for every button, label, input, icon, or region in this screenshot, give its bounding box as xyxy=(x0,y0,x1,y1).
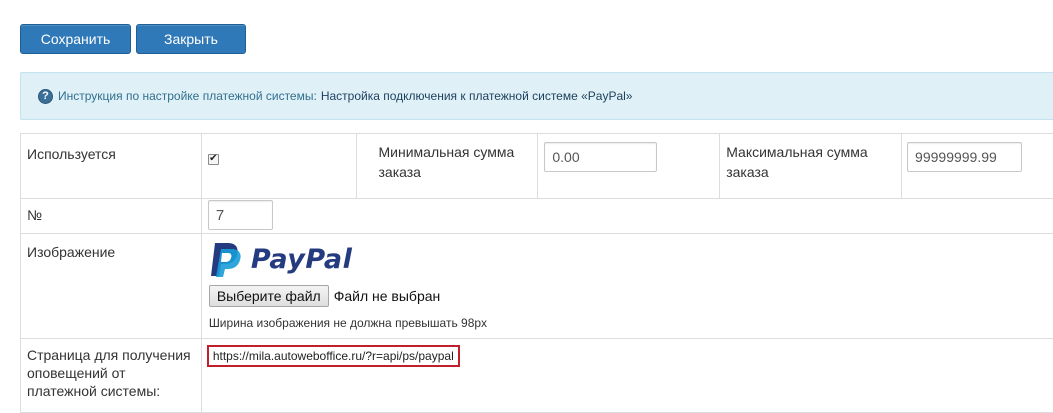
notify-url: https://mila.autoweboffice.ru/?r=api/ps/… xyxy=(207,345,460,367)
max-amount-label: Максимальная сумма заказа xyxy=(726,142,891,182)
payment-settings-table: Используется ✔ Минимальная сумма заказа … xyxy=(20,133,1053,413)
choose-file-button[interactable]: Выберите файл xyxy=(209,285,329,307)
row-notify: Страница для получения оповещений от пла… xyxy=(21,339,1053,413)
row-used: Используется ✔ Минимальная сумма заказа … xyxy=(21,134,1053,199)
min-amount-input[interactable] xyxy=(544,142,657,172)
instruction-banner: ? Инструкция по настройке платежной сист… xyxy=(20,72,1053,120)
used-label: Используется xyxy=(27,144,195,164)
paypal-logo: PayPal xyxy=(209,240,1053,278)
paypal-p-icon xyxy=(209,240,243,278)
paypal-wordmark: PayPal xyxy=(251,244,353,275)
image-label: Изображение xyxy=(27,242,195,262)
row-number: № xyxy=(21,199,1053,234)
notify-label: Страница для получения оповещений от пла… xyxy=(27,346,195,400)
max-amount-input[interactable] xyxy=(907,142,1022,172)
file-status: Файл не выбран xyxy=(334,288,441,304)
question-circle-icon: ? xyxy=(38,89,53,104)
min-amount-label: Минимальная сумма заказа xyxy=(379,142,528,182)
used-checkbox[interactable]: ✔ xyxy=(208,154,219,165)
instruction-link[interactable]: Настройка подключения к платежной систем… xyxy=(321,89,633,103)
number-label: № xyxy=(27,205,195,225)
instruction-text: Инструкция по настройке платежной систем… xyxy=(58,89,317,103)
close-button[interactable]: Закрыть xyxy=(136,24,246,54)
save-button[interactable]: Сохранить xyxy=(20,24,131,54)
number-input[interactable] xyxy=(208,200,273,230)
image-hint: Ширина изображения не должна превышать 9… xyxy=(209,316,1053,330)
row-image: Изображение PayPal Выберите файл Файл не… xyxy=(21,234,1053,339)
